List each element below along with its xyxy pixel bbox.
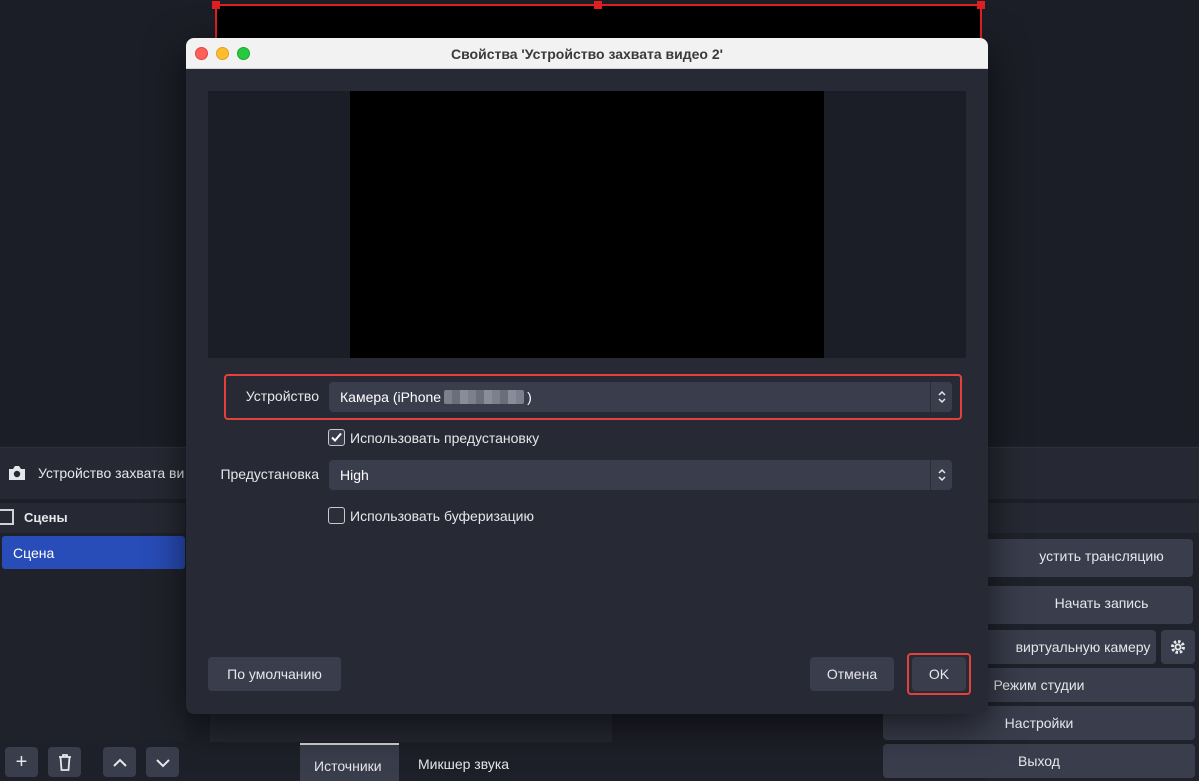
tab-sources-label: Источники [314,758,382,774]
camera-icon [9,466,25,480]
dialog-title: Свойства 'Устройство захвата видео 2' [451,46,723,62]
move-scene-down-button[interactable] [146,747,179,777]
virtual-camera-label: виртуальную камеру [1015,639,1151,655]
device-label: Устройство [245,388,319,404]
select-arrows-icon [930,460,952,490]
add-scene-button[interactable]: + [5,747,38,777]
start-stream-button[interactable]: устить трансляцию [970,539,1193,577]
scene-item-label: Сцена [13,545,55,561]
virtual-camera-button[interactable]: виртуальную камеру [970,630,1156,664]
exit-label: Выход [1018,753,1060,769]
properties-dialog: Свойства 'Устройство захвата видео 2' Ус… [186,38,988,714]
defaults-button-label: По умолчанию [227,666,322,682]
virtual-camera-settings-button[interactable] [1161,630,1195,664]
scenes-title: Сцены [24,510,68,525]
gear-icon [1171,640,1185,654]
scenes-icon [0,509,14,525]
defaults-button[interactable]: По умолчанию [208,657,341,691]
move-scene-up-button[interactable] [103,747,136,777]
redacted-device-name [444,390,525,404]
dialog-titlebar[interactable]: Свойства 'Устройство захвата видео 2' [186,38,988,69]
use-preset-checkbox[interactable] [328,429,345,446]
ok-button-label: OK [928,666,950,682]
scene-list: Сцена [0,533,185,741]
device-select[interactable]: Камера (iPhone) [329,382,952,412]
chevron-up-icon [112,758,127,767]
checkmark-icon [331,432,342,442]
resize-handle[interactable] [594,1,602,9]
start-recording-label: Начать запись [1054,595,1149,611]
remove-scene-button[interactable] [48,747,81,777]
device-value-prefix: Камера (iPhone [340,389,442,405]
device-select-value: Камера (iPhone) [340,389,532,405]
device-value-suffix: ) [527,389,532,405]
scenes-dock-header: Сцены [0,503,185,533]
use-preset-label[interactable]: Использовать предустановку [350,430,539,446]
video-preview-frame [350,91,824,358]
chevron-down-icon [155,759,170,768]
use-buffering-label[interactable]: Использовать буферизацию [350,508,534,524]
resize-handle[interactable] [212,1,220,9]
exit-button[interactable]: Выход [883,744,1195,778]
preset-select-value: High [340,467,369,483]
tab-sources[interactable]: Источники [300,743,399,781]
select-arrows-icon [930,382,952,412]
preset-label: Предустановка [220,466,319,482]
cancel-button-label: Отмена [826,666,878,682]
scene-tools: + [0,741,200,781]
tab-audio-mixer[interactable]: Микшер звука [404,743,524,781]
ok-button[interactable]: OK [912,657,966,691]
resize-handle[interactable] [977,1,985,9]
start-recording-button[interactable]: Начать запись [970,586,1193,624]
trash-icon [58,754,71,771]
cancel-button[interactable]: Отмена [810,657,894,691]
scene-item[interactable]: Сцена [2,536,185,569]
controls-dock-header [988,503,1199,533]
use-buffering-checkbox[interactable] [328,507,345,524]
preset-select[interactable]: High [329,460,952,490]
selected-source-name: Устройство захвата ви [38,465,185,481]
start-stream-label: устить трансляцию [1039,548,1164,564]
tab-audio-mixer-label: Микшер звука [418,756,510,772]
source-preview [208,91,966,358]
